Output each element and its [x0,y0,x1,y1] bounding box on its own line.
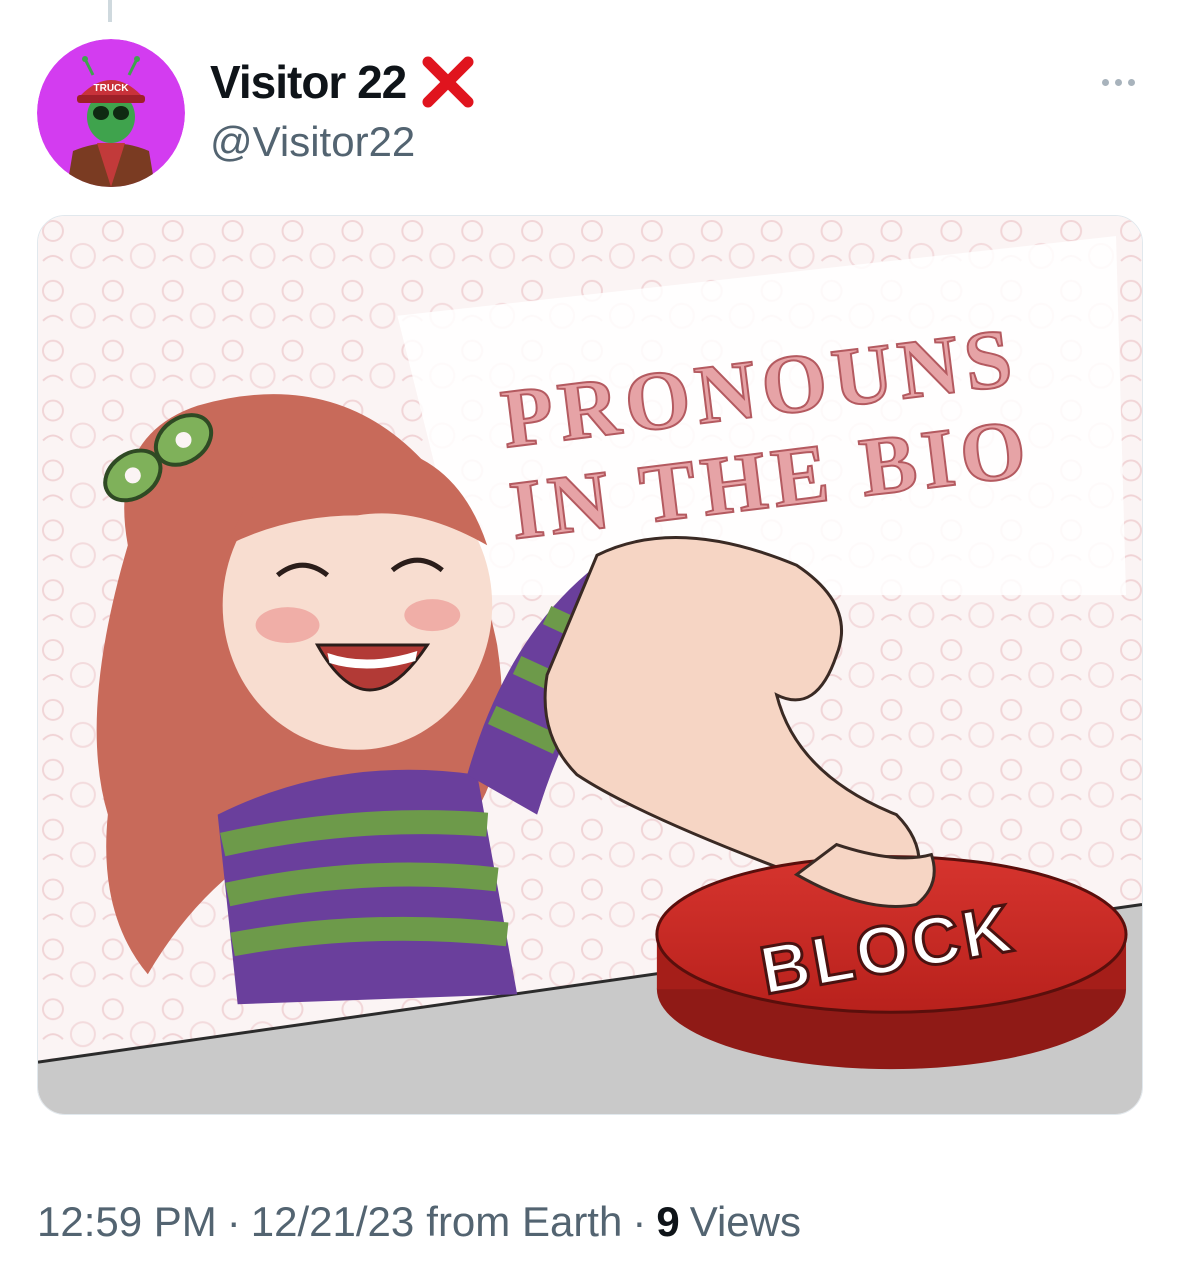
views-count[interactable]: 9 [656,1198,679,1246]
more-options-icon[interactable] [1090,62,1146,102]
more-dot [1114,78,1122,86]
author-handle[interactable]: @Visitor22 [210,118,415,166]
avatar-hat-text: TRUCK [94,83,130,94]
tweet-metadata: 12:59 PM · 12/21/23 from Earth · 9 Views [37,1192,801,1252]
views-label: Views [689,1198,801,1245]
meta-separator: · [632,1198,647,1245]
tweet-time[interactable]: 12:59 PM [37,1198,217,1246]
tweet-media-image[interactable]: PRONOUNS IN THE BIO BLOCK [37,215,1143,1115]
more-dot [1101,78,1109,86]
author-name-row: Visitor 22 [210,52,478,112]
tweet-source: from Earth [426,1198,623,1245]
comic-illustration: PRONOUNS IN THE BIO BLOCK [38,216,1142,1114]
display-name[interactable]: Visitor 22 [210,55,407,109]
alien-avatar-image: TRUCK [37,39,185,187]
red-x-icon [422,56,474,108]
tweet-date[interactable]: 12/21/23 [251,1198,415,1246]
meta-separator: · [226,1198,241,1245]
thread-connector-line [108,0,112,22]
avatar[interactable]: TRUCK [37,39,185,187]
more-dot [1127,78,1135,86]
